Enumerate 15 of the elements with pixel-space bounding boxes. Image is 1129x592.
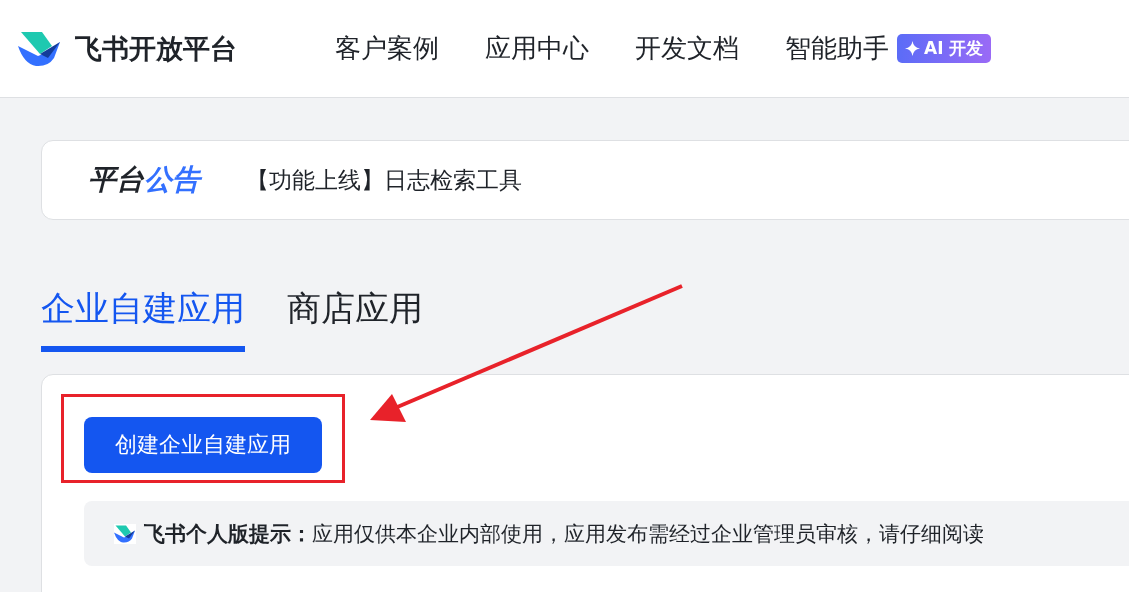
nav-link[interactable]: 开发文档 — [635, 31, 739, 66]
ai-badge[interactable]: AI 开发 — [897, 34, 992, 63]
tab[interactable]: 商店应用 — [287, 286, 423, 352]
logo-icon — [114, 523, 136, 544]
nav-link[interactable]: 应用中心 — [485, 31, 589, 66]
announcement-title: 平台公告 — [88, 161, 246, 199]
nav-link[interactable]: 客户案例 — [335, 31, 439, 66]
notice-text: 飞书个人版提示：应用仅供本企业内部使用，应用发布需经过企业管理员审核，请仔细阅读 — [144, 520, 984, 548]
create-app-button[interactable]: 创建企业自建应用 — [84, 417, 322, 473]
announcement-link[interactable]: 【功能上线】日志检索工具 — [246, 164, 522, 196]
nav-link[interactable]: 智能助手 — [785, 31, 889, 66]
brand-name[interactable]: 飞书开放平台 — [75, 30, 237, 67]
sparkle-icon — [905, 41, 920, 56]
tab[interactable]: 企业自建应用 — [41, 286, 245, 352]
logo-icon — [18, 29, 62, 68]
